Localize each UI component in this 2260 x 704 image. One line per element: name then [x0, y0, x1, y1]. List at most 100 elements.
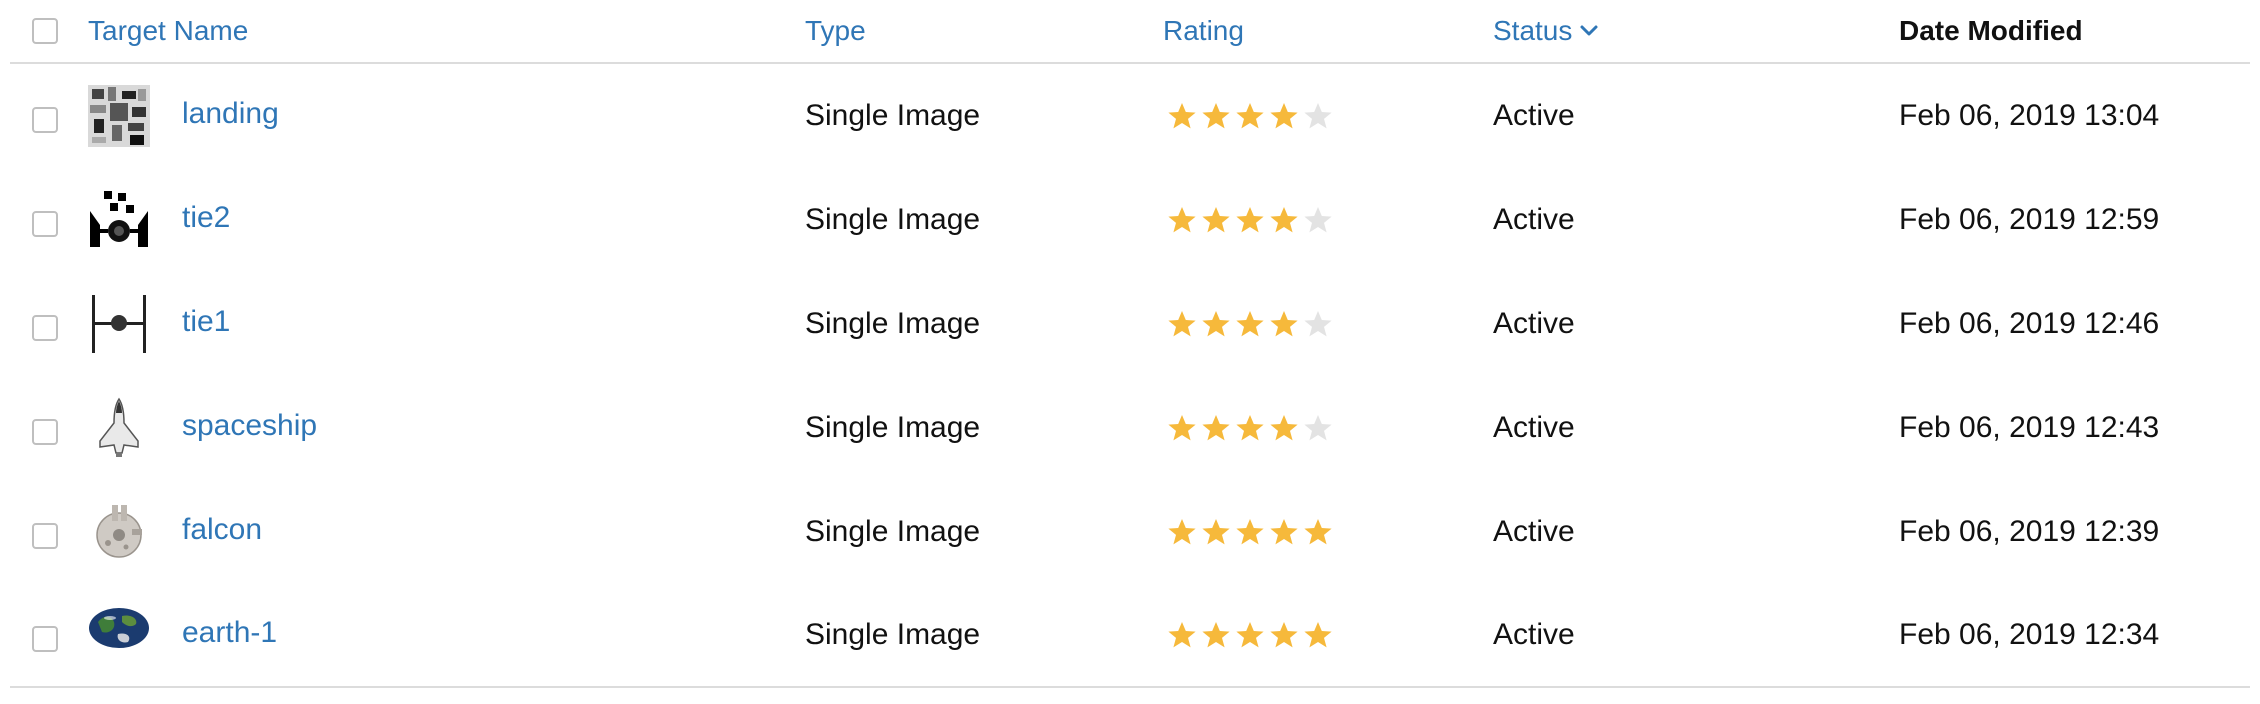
status-cell: Active [1493, 272, 1899, 376]
chevron-down-icon[interactable] [1578, 20, 1600, 42]
row-select-cell [10, 480, 88, 584]
type-cell: Single Image [805, 584, 1163, 688]
tie1-target-icon[interactable] [88, 293, 150, 355]
star-filled-icon [1168, 622, 1196, 648]
rating-stars [1167, 205, 1333, 235]
star-empty-icon [1304, 415, 1332, 441]
row-checkbox[interactable] [32, 315, 58, 341]
row-checkbox[interactable] [32, 419, 58, 445]
star-filled-icon [1304, 519, 1332, 545]
star-filled-icon [1270, 415, 1298, 441]
star-empty-icon [1304, 311, 1332, 337]
star-filled-icon [1168, 311, 1196, 337]
date-modified-value: Feb 06, 2019 13:04 [1899, 99, 2160, 132]
header-status-label[interactable]: Status [1493, 15, 1572, 47]
header-rating-label[interactable]: Rating [1163, 15, 1244, 47]
rating-cell [1163, 376, 1493, 480]
type-value: Single Image [805, 515, 981, 548]
status-value: Active [1493, 307, 1575, 340]
date-modified-cell: Feb 06, 2019 12:46 [1899, 272, 2250, 376]
row-checkbox[interactable] [32, 523, 58, 549]
type-cell: Single Image [805, 64, 1163, 168]
target-name-cell: tie1 [88, 272, 805, 376]
rating-cell [1163, 64, 1493, 168]
row-select-cell [10, 168, 88, 272]
star-filled-icon [1168, 207, 1196, 233]
star-filled-icon [1236, 103, 1264, 129]
date-modified-value: Feb 06, 2019 12:46 [1899, 307, 2160, 340]
target-grid: Target Name Type Rating Status Date Modi… [10, 0, 2250, 688]
star-filled-icon [1270, 519, 1298, 545]
status-cell: Active [1493, 64, 1899, 168]
type-cell: Single Image [805, 272, 1163, 376]
row-select-cell [10, 64, 88, 168]
date-modified-value: Feb 06, 2019 12:43 [1899, 411, 2160, 444]
header-type[interactable]: Type [805, 0, 1163, 64]
star-filled-icon [1236, 622, 1264, 648]
star-filled-icon [1202, 519, 1230, 545]
earth-target-icon[interactable] [88, 604, 150, 666]
type-value: Single Image [805, 618, 981, 651]
rating-stars [1167, 413, 1333, 443]
target-name-link[interactable]: earth-1 [182, 616, 277, 650]
header-target-name[interactable]: Target Name [88, 0, 805, 64]
star-filled-icon [1270, 103, 1298, 129]
star-filled-icon [1304, 622, 1332, 648]
star-filled-icon [1202, 311, 1230, 337]
star-filled-icon [1202, 103, 1230, 129]
target-table: Target Name Type Rating Status Date Modi… [0, 0, 2260, 704]
tie2-target-icon[interactable] [88, 189, 150, 251]
spaceship-target-icon[interactable] [88, 397, 150, 459]
target-name-cell: tie2 [88, 168, 805, 272]
row-checkbox[interactable] [32, 211, 58, 237]
target-name-link[interactable]: tie1 [182, 305, 230, 339]
rating-cell [1163, 584, 1493, 688]
type-cell: Single Image [805, 376, 1163, 480]
star-filled-icon [1168, 415, 1196, 441]
row-checkbox[interactable] [32, 626, 58, 652]
rating-stars [1167, 101, 1333, 131]
type-value: Single Image [805, 99, 981, 132]
status-cell: Active [1493, 376, 1899, 480]
star-filled-icon [1270, 622, 1298, 648]
star-empty-icon [1304, 103, 1332, 129]
status-value: Active [1493, 411, 1575, 444]
target-name-link[interactable]: tie2 [182, 201, 230, 235]
header-type-label[interactable]: Type [805, 15, 866, 47]
status-cell: Active [1493, 584, 1899, 688]
row-select-cell [10, 376, 88, 480]
status-value: Active [1493, 618, 1575, 651]
landing-target-icon[interactable] [88, 85, 150, 147]
select-all-checkbox[interactable] [32, 18, 58, 44]
star-filled-icon [1236, 311, 1264, 337]
date-modified-cell: Feb 06, 2019 12:43 [1899, 376, 2250, 480]
star-filled-icon [1202, 622, 1230, 648]
target-name-link[interactable]: spaceship [182, 409, 317, 443]
header-target-name-label[interactable]: Target Name [88, 15, 248, 47]
date-modified-value: Feb 06, 2019 12:59 [1899, 203, 2160, 236]
type-value: Single Image [805, 203, 981, 236]
header-rating[interactable]: Rating [1163, 0, 1493, 64]
row-select-cell [10, 584, 88, 688]
status-value: Active [1493, 99, 1575, 132]
star-filled-icon [1168, 103, 1196, 129]
rating-stars [1167, 309, 1333, 339]
star-filled-icon [1270, 311, 1298, 337]
header-date-modified-label[interactable]: Date Modified [1899, 15, 2083, 47]
row-select-cell [10, 272, 88, 376]
falcon-target-icon[interactable] [88, 501, 150, 563]
header-select-all-cell [10, 0, 88, 64]
target-name-link[interactable]: landing [182, 97, 279, 131]
date-modified-value: Feb 06, 2019 12:34 [1899, 618, 2160, 651]
rating-cell [1163, 480, 1493, 584]
target-name-link[interactable]: falcon [182, 513, 262, 547]
star-filled-icon [1236, 519, 1264, 545]
date-modified-value: Feb 06, 2019 12:39 [1899, 515, 2160, 548]
star-filled-icon [1202, 207, 1230, 233]
date-modified-cell: Feb 06, 2019 12:34 [1899, 584, 2250, 688]
header-date-modified[interactable]: Date Modified [1899, 0, 2250, 64]
row-checkbox[interactable] [32, 107, 58, 133]
target-name-cell: falcon [88, 480, 805, 584]
status-cell: Active [1493, 480, 1899, 584]
header-status[interactable]: Status [1493, 0, 1899, 64]
